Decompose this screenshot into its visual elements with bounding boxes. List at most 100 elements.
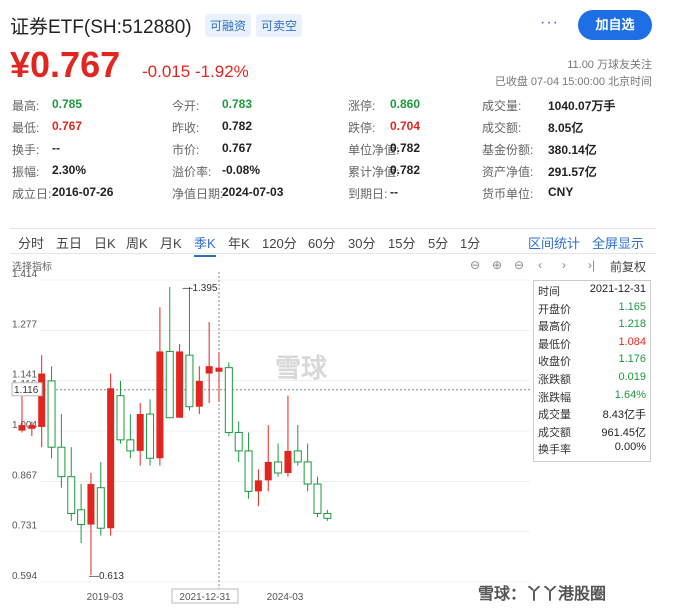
quote-label: 货币单位: [482, 187, 534, 201]
info-key: 换手率 [538, 444, 571, 457]
candle-body [146, 413, 155, 459]
info-row: 时间 2021-12-31 [538, 283, 646, 300]
candle-body [313, 483, 322, 514]
current-price: ¥0.767 [10, 44, 121, 85]
candle-body [165, 350, 174, 419]
quote-value: 0.767 [52, 119, 83, 133]
quote-value: 2.30% [52, 163, 87, 177]
low-annotation: —0.613 [89, 571, 124, 582]
info-value: 1.218 [618, 318, 646, 331]
info-row: 涨跌额 0.019 [538, 371, 646, 388]
range-stats-link[interactable]: 区间统计 [528, 233, 580, 252]
tab-2[interactable]: 日K [94, 233, 116, 252]
tab-8[interactable]: 60分 [308, 233, 335, 252]
tab-0[interactable]: 分时 [18, 233, 44, 252]
tab-9[interactable]: 30分 [348, 233, 375, 252]
candle-body [136, 414, 144, 451]
info-key: 最高价 [538, 321, 571, 334]
quote-value: 0.860 [390, 97, 421, 111]
quote-value: 0.782 [222, 119, 253, 133]
add-watchlist-button[interactable]: 加自选 [578, 10, 652, 40]
candle-body [67, 476, 76, 514]
x-tick-label: 2019-03 [87, 592, 124, 603]
quote-value: 0.704 [390, 119, 421, 133]
info-value: 1.176 [618, 353, 646, 366]
candle-body [293, 450, 302, 463]
crosshair-price-label: 1.116 [14, 385, 39, 396]
tab-10[interactable]: 15分 [388, 233, 415, 252]
candle-body [176, 351, 184, 418]
candle-body [126, 439, 135, 452]
quote-value: 0.767 [222, 141, 253, 155]
candle-body [284, 450, 292, 473]
candle-body [244, 450, 253, 492]
quote-value: CNY [548, 185, 574, 199]
quote-value: 8.05亿 [548, 121, 584, 135]
candle-body [185, 354, 194, 408]
info-row: 最低价 1.084 [538, 336, 646, 353]
tab-3[interactable]: 周K [126, 233, 148, 252]
quote-label: 基金份额: [482, 143, 534, 157]
tab-4[interactable]: 月K [160, 233, 182, 252]
y-tick-label: 0.731 [12, 521, 37, 532]
y-tick-label: 0.867 [12, 470, 37, 481]
candle-body [38, 373, 46, 427]
period-tabs: 分时 五日 日K 周K 月K 季K 年K 120分 60分 30分 15分 5分 1分 区间统计 全屏显示 [10, 228, 656, 257]
quote-value: -- [390, 185, 398, 199]
quote-label: 溢价率: [172, 165, 212, 179]
margin-tag: 可融资 [205, 14, 252, 37]
candle-body [323, 512, 332, 519]
info-value: 961.45亿 [601, 426, 646, 439]
quote-label: 跌停: [348, 121, 376, 135]
quote-label: 市价: [172, 143, 200, 157]
quote-value: 2016-07-26 [52, 185, 114, 199]
quote-value: 291.57亿 [548, 165, 597, 179]
info-value: 2021-12-31 [589, 283, 646, 295]
footer-watermark: 雪球：丫丫港股圈 [478, 586, 607, 603]
info-value: 0.00% [614, 441, 646, 454]
quote-label: 换手: [12, 143, 40, 157]
candle-body [264, 461, 272, 481]
info-value: 1.64% [614, 388, 646, 401]
y-tick-label: 1.414 [12, 270, 37, 280]
quote-label: 到期日: [348, 187, 388, 201]
more-icon[interactable]: ··· [540, 14, 559, 32]
quote-value: 0.782 [390, 163, 421, 177]
quote-label: 成交量: [482, 99, 522, 113]
quote-value: 1040.07万手 [548, 99, 616, 113]
quote-label: 昨收: [172, 121, 200, 135]
price-change: -0.015 -1.92% [142, 62, 249, 82]
info-value: 8.43亿手 [602, 409, 646, 422]
candle-body [274, 461, 283, 474]
quote-label: 成立日: [12, 187, 52, 201]
candle-body [224, 367, 233, 433]
candle-body [234, 431, 243, 452]
short-tag: 可卖空 [256, 14, 303, 37]
fullscreen-link[interactable]: 全屏显示 [592, 233, 644, 252]
tab-7[interactable]: 120分 [262, 233, 297, 252]
info-row: 成交量 8.43亿手 [538, 406, 646, 423]
quote-label: 振幅: [12, 165, 40, 179]
info-key: 成交量 [538, 409, 571, 422]
candle-body [107, 388, 115, 529]
tab-5[interactable]: 季K [194, 233, 216, 257]
tab-1[interactable]: 五日 [56, 233, 82, 252]
info-row: 开盘价 1.165 [538, 301, 646, 318]
candle-body [205, 366, 213, 374]
quote-value: 0.782 [390, 141, 421, 155]
info-key: 涨跌额 [538, 374, 571, 386]
quote-value: 2024-07-03 [222, 185, 284, 199]
tab-6[interactable]: 年K [228, 233, 250, 252]
y-tick-label: 1.277 [12, 319, 37, 330]
info-value: 0.019 [618, 371, 646, 383]
quote-value: 0.785 [52, 97, 83, 111]
quote-label: 成交额: [482, 121, 522, 135]
info-key: 涨跌幅 [538, 391, 571, 404]
tab-11[interactable]: 5分 [428, 233, 448, 252]
tab-12[interactable]: 1分 [460, 233, 480, 252]
info-value: 1.165 [618, 300, 646, 313]
quote-label: 涨停: [348, 99, 376, 113]
high-annotation: —1.395 [182, 283, 217, 294]
info-row: 收盘价 1.176 [538, 353, 646, 370]
candle-info-panel: 时间 2021-12-31 开盘价 1.165 最高价 1.218 最低价 1.084 收盘价 1… [533, 280, 651, 462]
